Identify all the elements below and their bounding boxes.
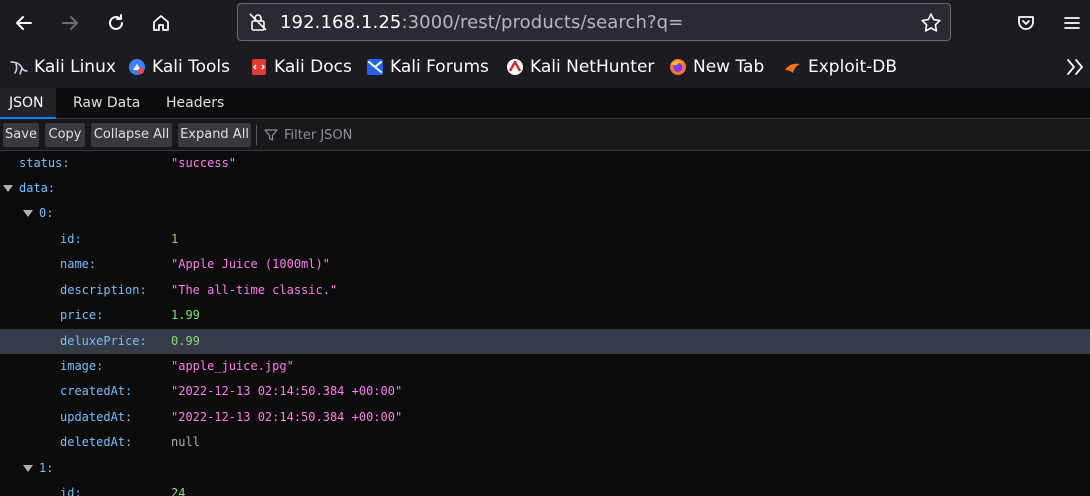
json-value: "success"	[171, 156, 237, 170]
collapse-all-button[interactable]: Collapse All	[91, 123, 172, 147]
json-key: deletedAt:	[60, 435, 133, 449]
json-value: 0.99	[171, 334, 200, 348]
bookmark-label: Kali NetHunter	[530, 57, 655, 77]
star-icon[interactable]	[920, 12, 942, 34]
bookmark-kali-forums[interactable]: Kali Forums	[366, 55, 489, 79]
tree-row-data[interactable]: data:	[0, 176, 1090, 201]
json-key: createdAt:	[60, 384, 133, 398]
tree-row-name[interactable]: name: "Apple Juice (1000ml)"	[0, 252, 1090, 277]
json-value: "Apple Juice (1000ml)"	[171, 257, 330, 271]
tree-row-item-1[interactable]: 1:	[0, 456, 1090, 481]
bookmark-label: Kali Forums	[390, 57, 489, 77]
filter-placeholder: Filter JSON	[284, 127, 353, 143]
tab-json[interactable]: JSON	[0, 88, 56, 119]
json-value: 1.99	[171, 308, 200, 322]
bookmark-kali-tools[interactable]: Kali Tools	[128, 55, 230, 79]
pocket-icon[interactable]	[1010, 7, 1042, 39]
toolbar-divider	[256, 125, 257, 145]
json-key: id:	[60, 486, 82, 496]
json-key: 0:	[39, 206, 54, 220]
tree-row-item-0[interactable]: 0:	[0, 201, 1090, 226]
url-bar[interactable]: 192.168.1.25:3000/rest/products/search?q…	[237, 3, 951, 41]
bookmark-exploit-db[interactable]: Exploit-DB	[784, 55, 897, 79]
tree-row-id[interactable]: id: 1	[0, 227, 1090, 252]
bookmark-kali-docs[interactable]: Kali Docs	[250, 55, 352, 79]
bookmark-label: Kali Tools	[152, 57, 230, 77]
json-key: description:	[60, 283, 147, 297]
expand-triangle-icon[interactable]	[23, 210, 33, 217]
tree-row-id[interactable]: id: 24	[0, 481, 1090, 496]
kali-docs-icon	[252, 59, 266, 75]
bookmark-kali-linux[interactable]: Kali Linux	[10, 55, 116, 79]
bookmark-kali-nethunter[interactable]: Kali NetHunter	[506, 55, 654, 79]
json-key: updatedAt:	[60, 410, 133, 424]
json-key: name:	[60, 257, 97, 271]
kali-forums-icon	[367, 59, 383, 75]
reload-icon[interactable]	[100, 7, 132, 39]
lock-icon[interactable]	[248, 12, 268, 32]
json-viewer-tabs: JSON Raw Data Headers	[0, 88, 1090, 119]
json-key: data:	[19, 181, 56, 195]
expand-all-button[interactable]: Expand All	[178, 123, 251, 147]
json-viewer-toolbar: Save Copy Collapse All Expand All Filter…	[0, 119, 1090, 151]
tree-row-image[interactable]: image: "apple_juice.jpg"	[0, 354, 1090, 379]
json-key: price:	[60, 308, 104, 322]
exploit-db-icon	[785, 63, 800, 73]
filter-icon	[264, 129, 278, 141]
kali-nethunter-icon	[507, 59, 523, 75]
json-value: "2022-12-13 02:14:50.384 +00:00"	[171, 384, 403, 398]
json-value: 24	[171, 486, 186, 496]
back-icon[interactable]	[8, 7, 40, 39]
filter-json-input[interactable]: Filter JSON	[264, 125, 352, 145]
firefox-icon	[670, 59, 686, 75]
tree-row-status[interactable]: status: "success"	[0, 151, 1090, 176]
expand-triangle-icon[interactable]	[3, 185, 13, 192]
tree-row-deluxe-price[interactable]: deluxePrice: 0.99	[0, 329, 1090, 354]
json-key: 1:	[39, 461, 54, 475]
kali-dragon-icon	[10, 61, 28, 75]
tab-headers[interactable]: Headers	[166, 88, 224, 119]
bookmarks-toolbar: Kali Linux Kali Tools Kali Docs Kali For…	[0, 46, 1090, 88]
json-value: "2022-12-13 02:14:50.384 +00:00"	[171, 410, 403, 424]
json-key: status:	[19, 156, 70, 170]
tree-row-description[interactable]: description: "The all-time classic."	[0, 278, 1090, 303]
json-key: deluxePrice:	[60, 334, 147, 348]
tree-row-updated-at[interactable]: updatedAt: "2022-12-13 02:14:50.384 +00:…	[0, 405, 1090, 430]
url-text[interactable]: 192.168.1.25:3000/rest/products/search?q…	[280, 11, 683, 35]
expand-triangle-icon[interactable]	[23, 465, 33, 472]
json-value: "The all-time classic."	[171, 283, 338, 297]
chevron-double-right-icon[interactable]	[1064, 57, 1086, 77]
bookmark-label: Exploit-DB	[808, 57, 897, 77]
json-value: "apple_juice.jpg"	[171, 359, 294, 373]
url-path: :3000/rest/products/search?q=	[401, 12, 684, 33]
forward-icon[interactable]	[54, 7, 86, 39]
kali-tools-icon	[129, 59, 145, 75]
json-key: image:	[60, 359, 104, 373]
tree-row-deleted-at[interactable]: deletedAt: null	[0, 430, 1090, 455]
bookmark-label: Kali Linux	[34, 57, 116, 77]
tree-row-price[interactable]: price: 1.99	[0, 303, 1090, 328]
json-value: null	[171, 435, 200, 449]
tree-row-created-at[interactable]: createdAt: "2022-12-13 02:14:50.384 +00:…	[0, 379, 1090, 404]
bookmark-label: Kali Docs	[274, 57, 352, 77]
url-host: 192.168.1.25	[280, 12, 402, 33]
tab-raw-data[interactable]: Raw Data	[73, 88, 140, 119]
home-icon[interactable]	[145, 7, 177, 39]
bookmark-new-tab[interactable]: New Tab	[669, 55, 764, 79]
copy-button[interactable]: Copy	[45, 123, 85, 147]
navigation-toolbar: 192.168.1.25:3000/rest/products/search?q…	[0, 0, 1090, 46]
json-key: id:	[60, 232, 82, 246]
json-value: 1	[171, 232, 179, 246]
json-tree: status: "success" data: 0: id: 1 name: "…	[0, 151, 1090, 496]
save-button[interactable]: Save	[3, 123, 39, 147]
bookmark-label: New Tab	[693, 57, 765, 77]
menu-icon[interactable]	[1056, 7, 1088, 39]
